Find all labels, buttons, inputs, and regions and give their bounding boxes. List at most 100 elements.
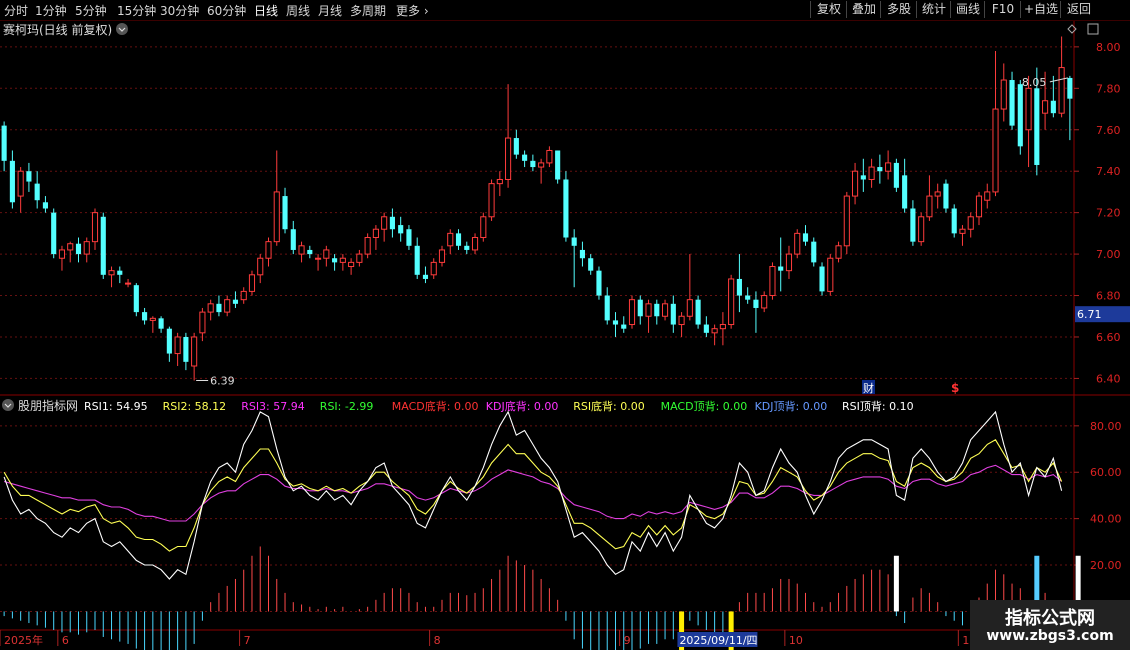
- tab-2[interactable]: 5分钟: [75, 2, 107, 19]
- candle-body-up: [505, 137, 512, 180]
- candle-body-up: [843, 195, 850, 247]
- toolbar-button-1[interactable]: 叠加: [846, 1, 881, 18]
- candle-body-down: [637, 299, 643, 317]
- candle-body-down: [117, 270, 123, 275]
- candle-body-up: [992, 108, 999, 193]
- chart-canvas: 8.00 7.80 7.60 7.40 7.20 7.00 6.80 6.60 6.40 6.71…: [0, 20, 1130, 650]
- tab-1[interactable]: 1分钟: [35, 2, 67, 19]
- indicator-value-5: KDJ底背: 0.00: [486, 399, 559, 413]
- current-price-label: 6.71: [1077, 308, 1102, 321]
- candle-body-down: [282, 196, 288, 230]
- candle-body-up: [207, 303, 214, 313]
- candle-body-down: [753, 299, 759, 308]
- date-label: 2025年: [4, 633, 43, 647]
- title-dropdown-icon: [116, 23, 128, 35]
- candle-body-up: [248, 274, 256, 292]
- candle-body-up: [546, 149, 553, 164]
- indicator-dropdown-icon: [2, 399, 14, 411]
- candle-body-down: [951, 208, 957, 234]
- candle-body-down: [398, 225, 404, 234]
- candle-body-up: [471, 237, 479, 251]
- candle-body-up: [430, 261, 437, 276]
- candle-body-up: [339, 257, 346, 263]
- candle-body-down: [133, 285, 139, 313]
- tab-7[interactable]: 周线: [286, 2, 310, 19]
- candle-body-down: [216, 303, 222, 313]
- candle-body-up: [984, 191, 991, 201]
- candle-body-down: [1050, 100, 1056, 114]
- tab-8[interactable]: 月线: [318, 2, 342, 19]
- candle-body-up: [661, 303, 669, 317]
- candle-body-up: [785, 253, 793, 272]
- candle-body-up: [1000, 79, 1007, 110]
- toolbar-button-0[interactable]: 复权: [810, 1, 847, 18]
- candle-body-up: [315, 257, 322, 260]
- indicator-value-8: KDJ顶背: 0.00: [755, 399, 828, 413]
- rsi2-line: [3, 439, 1063, 552]
- indicator-value-9: RSI顶背: 0.10: [842, 399, 914, 413]
- candle-body-down: [943, 183, 949, 209]
- tab-10[interactable]: 更多 ›: [396, 2, 429, 19]
- toolbar-button-6[interactable]: +自选: [1020, 1, 1061, 18]
- candle-body-up: [265, 241, 272, 259]
- candle-body-down: [555, 150, 561, 180]
- candle-body-down: [183, 336, 189, 362]
- tab-6[interactable]: 日线: [254, 2, 278, 19]
- toolbar-button-7[interactable]: 返回: [1060, 1, 1097, 18]
- indicator-value-4: MACD底背: 0.00: [392, 399, 479, 413]
- candle-body-up: [257, 257, 264, 276]
- candle-body-down: [422, 274, 429, 279]
- tab-0[interactable]: 分时: [4, 2, 28, 19]
- indicator-value-7: MACD顶背: 0.00: [661, 399, 748, 413]
- candle-body-up: [1042, 100, 1049, 114]
- high-price-label: 8.05: [1022, 76, 1046, 89]
- tab-4[interactable]: 30分钟: [160, 2, 199, 19]
- toolbar-button-5[interactable]: F10: [984, 1, 1021, 18]
- candle-body-up: [794, 232, 801, 255]
- candle-body-up: [58, 249, 66, 259]
- candle-body-down: [902, 175, 908, 209]
- toolbar-button-2[interactable]: 多股: [880, 1, 917, 18]
- finance-badge-label: 财: [863, 381, 874, 395]
- candle-body-up: [240, 290, 247, 301]
- candle-body-down: [588, 258, 594, 271]
- tab-5[interactable]: 60分钟: [207, 2, 246, 19]
- candle-body-up: [719, 324, 726, 330]
- candle-body-down: [9, 160, 15, 203]
- candle-body-down: [893, 162, 899, 188]
- candle-body-up: [108, 270, 115, 276]
- price-tick-label: 7.80: [1096, 82, 1121, 95]
- candle-body-up: [438, 249, 446, 263]
- candle-body-down: [414, 245, 420, 275]
- candle-body-up: [224, 299, 231, 313]
- candle-body-up: [967, 216, 974, 230]
- diamond-icon: [1067, 24, 1077, 34]
- candle-body-down: [819, 266, 825, 292]
- date-label: 2025/09/11/四: [679, 634, 757, 647]
- candle-body-up: [538, 162, 545, 168]
- price-tick-label: 8.00: [1096, 41, 1121, 54]
- candle-body-down: [745, 295, 751, 300]
- tab-9[interactable]: 多周期: [350, 2, 386, 19]
- price-tick-label: 7.20: [1096, 207, 1121, 220]
- candle-body-up: [381, 216, 388, 230]
- candle-body-up: [645, 303, 652, 317]
- tab-3[interactable]: 15分钟: [117, 2, 156, 19]
- toolbar-button-4[interactable]: 画线: [950, 1, 985, 18]
- candle-body-down: [290, 229, 296, 250]
- rsi3-line: [3, 464, 1062, 522]
- toolbar-button-3[interactable]: 统计: [916, 1, 951, 18]
- candle-body-down: [654, 303, 660, 317]
- candle-body-down: [778, 266, 784, 271]
- candle-body-down: [563, 179, 569, 238]
- candle-body-up: [686, 299, 693, 317]
- candle-body-down: [1, 125, 7, 161]
- indicator-tick-label: 60.00: [1090, 466, 1122, 479]
- candle-body-down: [406, 229, 412, 246]
- watermark-url: www.zbgs3.com: [986, 628, 1114, 644]
- candle-body-down: [100, 216, 106, 275]
- candle-body-down: [596, 270, 602, 296]
- candle-body-up: [149, 317, 156, 321]
- candle-body-up: [868, 166, 875, 180]
- candle-body-down: [1034, 88, 1040, 165]
